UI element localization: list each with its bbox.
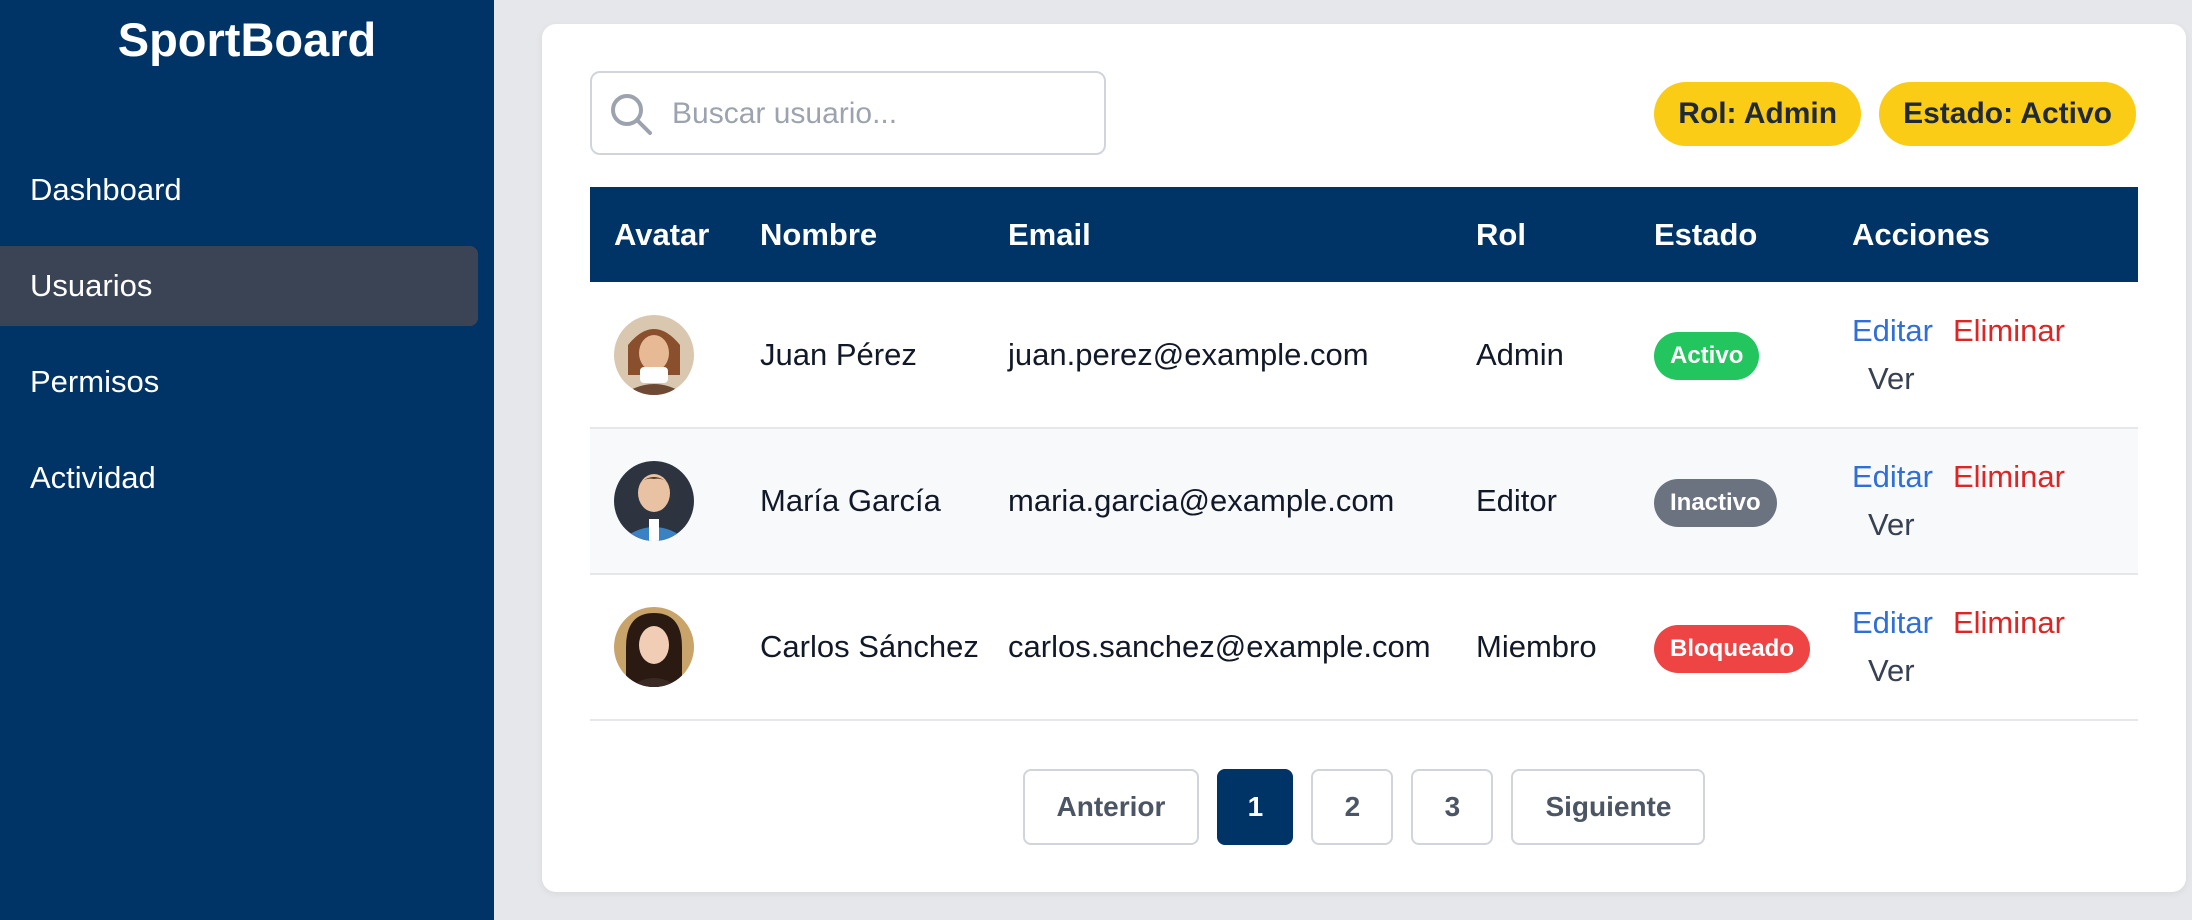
sidebar-item-usuarios[interactable]: Usuarios [0,246,478,326]
filter-chips: Rol: Admin Estado: Activo [1654,82,2136,146]
sidebar-item-permisos[interactable]: Permisos [0,342,478,422]
users-table: Avatar Nombre Email Rol Estado Acciones [590,187,2138,721]
sidebar-item-label: Permisos [30,364,160,399]
sidebar: SportBoard Dashboard Usuarios Permisos A… [0,0,494,920]
prev-page-button[interactable]: Anterior [1022,769,1200,845]
actions-cell: Editar Eliminar Ver [1828,574,2138,721]
delete-link[interactable]: Eliminar [1953,605,2065,640]
sidebar-item-dashboard[interactable]: Dashboard [0,150,478,230]
sidebar-item-label: Usuarios [30,268,153,303]
user-email: carlos.sanchez@example.com [984,574,1452,721]
status-badge: Inactivo [1654,478,1777,527]
status-cell: Bloqueado [1630,574,1828,721]
avatar [614,461,694,541]
search-icon [611,94,652,135]
user-name: Carlos Sánchez [736,574,984,721]
user-role: Admin [1452,282,1630,429]
edit-link[interactable]: Editar [1852,605,1933,640]
view-link[interactable]: Ver [1868,653,1915,688]
search-box[interactable] [590,71,1106,155]
table-row: María García maria.garcia@example.com Ed… [590,428,2138,575]
sidebar-nav: Dashboard Usuarios Permisos Actividad [0,150,494,518]
search-input[interactable] [672,91,1092,137]
avatar [614,607,694,687]
table-row: Juan Pérez juan.perez@example.com Admin … [590,282,2138,429]
table-row: Carlos Sánchez carlos.sanchez@example.co… [590,574,2138,721]
sidebar-item-actividad[interactable]: Actividad [0,438,478,518]
view-link[interactable]: Ver [1868,361,1915,396]
column-header-email: Email [984,187,1452,282]
avatar-cell [590,282,736,429]
user-name: María García [736,428,984,575]
avatar-cell [590,574,736,721]
column-header-name: Nombre [736,187,984,282]
status-cell: Activo [1630,282,1828,429]
status-badge: Activo [1654,332,1760,380]
column-header-avatar: Avatar [590,187,736,282]
column-header-role: Rol [1452,187,1630,282]
page-3-button[interactable]: 3 [1411,769,1494,845]
page-2-button[interactable]: 2 [1311,769,1394,845]
view-link[interactable]: Ver [1868,507,1915,542]
actions-cell: Editar Eliminar Ver [1828,428,2138,575]
user-role: Editor [1452,428,1630,575]
user-email: maria.garcia@example.com [984,428,1452,575]
column-header-actions: Acciones [1828,187,2138,282]
brand-logo: SportBoard [117,13,377,66]
sidebar-item-label: Actividad [30,460,156,495]
filter-chip-status[interactable]: Estado: Activo [1879,82,2136,146]
actions-cell: Editar Eliminar Ver [1828,282,2138,429]
user-name: Juan Pérez [736,282,984,429]
edit-link[interactable]: Editar [1852,459,1933,494]
next-page-button[interactable]: Siguiente [1511,769,1706,845]
page-1-button[interactable]: 1 [1217,769,1294,845]
status-badge: Bloqueado [1654,624,1810,673]
user-email: juan.perez@example.com [984,282,1452,429]
table-header-row: Avatar Nombre Email Rol Estado Acciones [590,187,2138,282]
status-cell: Inactivo [1630,428,1828,575]
column-header-status: Estado [1630,187,1828,282]
users-panel: Rol: Admin Estado: Activo Avatar Nombre … [542,24,2186,892]
user-role: Miembro [1452,574,1630,721]
filter-chip-role[interactable]: Rol: Admin [1654,82,1862,146]
delete-link[interactable]: Eliminar [1953,459,2065,494]
pagination: Anterior 1 2 3 Siguiente [542,769,2186,845]
delete-link[interactable]: Eliminar [1953,313,2065,348]
sidebar-item-label: Dashboard [30,172,182,207]
avatar [614,314,694,395]
avatar-cell [590,428,736,575]
edit-link[interactable]: Editar [1852,313,1933,348]
